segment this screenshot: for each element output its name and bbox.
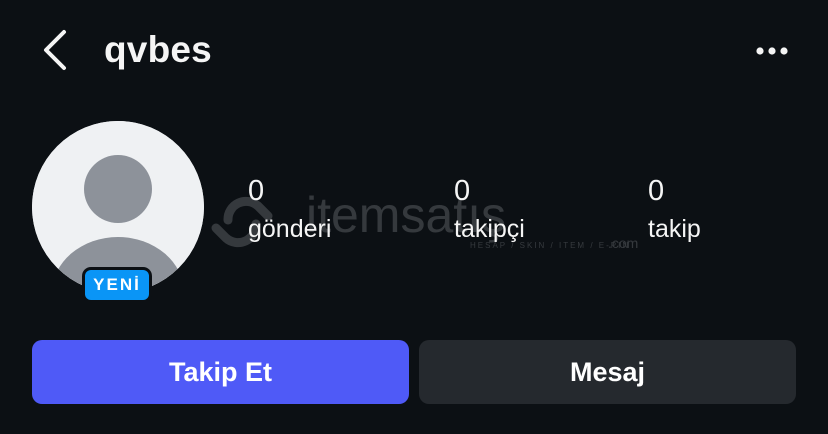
followers-count: 0: [454, 175, 471, 207]
new-badge-label: YENİ: [85, 270, 149, 300]
watermark-domain: .com: [608, 235, 638, 251]
following-label: takip: [648, 215, 701, 243]
stat-followers[interactable]: 0 takipçi: [454, 174, 525, 246]
more-horizontal-icon: [756, 47, 788, 55]
profile-header: qvbes: [0, 0, 828, 100]
stat-following[interactable]: 0 takip: [648, 174, 701, 246]
posts-count: 0: [248, 175, 265, 207]
follow-button[interactable]: Takip Et: [32, 340, 409, 404]
new-badge: YENİ: [82, 267, 152, 303]
more-options-button[interactable]: [748, 34, 796, 68]
following-count: 0: [648, 175, 665, 207]
stat-posts[interactable]: 0 gönderi: [248, 174, 331, 246]
message-button[interactable]: Mesaj: [419, 340, 796, 404]
posts-label: gönderi: [248, 215, 332, 243]
back-button[interactable]: [34, 26, 78, 74]
followers-label: takipçi: [454, 215, 525, 243]
chevron-left-icon: [44, 30, 66, 70]
profile-username: qvbes: [104, 29, 212, 70]
